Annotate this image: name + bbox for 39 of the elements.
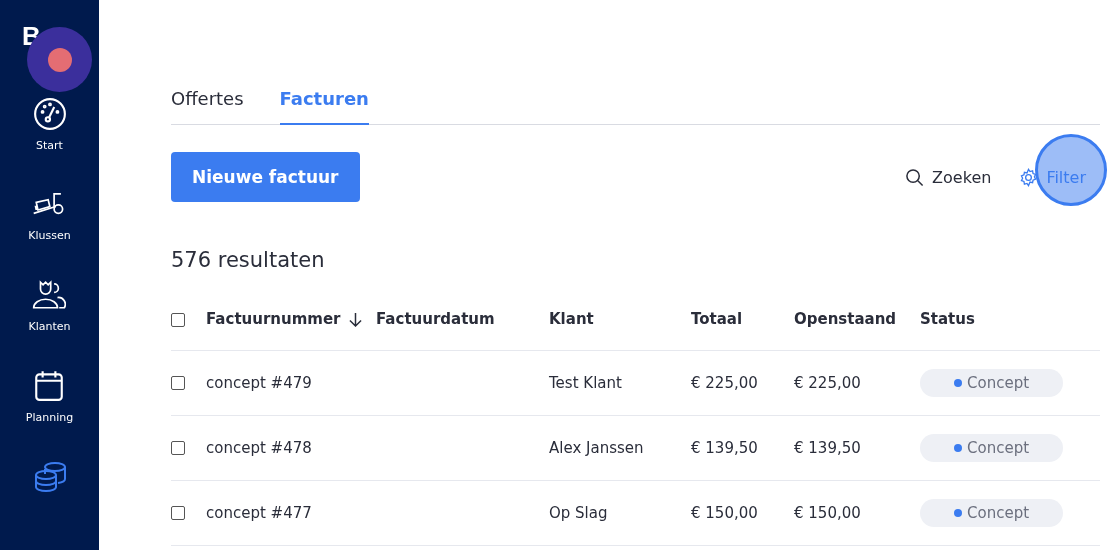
table-cell-text: € 150,00 [691, 504, 759, 522]
row-checkbox[interactable] [171, 441, 185, 455]
tab[interactable]: Facturen [279, 78, 369, 125]
table-cell-text: concept #479 [206, 374, 313, 392]
sort-down-icon [348, 311, 362, 327]
table-cell-text: Test Klant [549, 374, 623, 392]
new-invoice-button[interactable]: Nieuwe factuur [171, 152, 360, 202]
sidebar-item[interactable]: Klussen [28, 187, 71, 279]
column-header[interactable]: Factuurnummer [206, 310, 376, 328]
status-badge: Concept [920, 434, 1064, 462]
search-button[interactable]: Zoeken [905, 167, 992, 187]
table-cell-text: € 225,00 [691, 374, 759, 392]
column-header[interactable]: Klant [549, 310, 691, 328]
column-header[interactable]: Factuurdatum [376, 310, 549, 328]
result-count: 576 resultaten [171, 248, 326, 272]
table-cell-text: € 225,00 [794, 374, 862, 392]
column-header[interactable]: Status [920, 310, 1100, 328]
status-badge: Concept [920, 499, 1064, 527]
sidebar-item[interactable]: Start [32, 96, 67, 188]
row-checkbox[interactable] [171, 376, 185, 390]
table-cell-text: concept #478 [206, 439, 313, 457]
row-checkbox[interactable] [171, 506, 185, 520]
table-cell-text: € 150,00 [794, 504, 862, 522]
table-cell-text: € 139,50 [691, 439, 759, 457]
tab[interactable]: Offertes [171, 78, 244, 125]
column-header[interactable]: Openstaand [794, 310, 920, 328]
sidebar-item[interactable]: Planning [25, 368, 74, 460]
table-cell-text: Op Slag [549, 504, 609, 522]
table-cell-text: € 139,50 [794, 439, 862, 457]
coins-icon [32, 459, 67, 494]
table-cell-text: concept #477 [206, 504, 313, 522]
gauge-icon [32, 96, 67, 131]
table-cell-text: Alex Janssen [549, 439, 645, 457]
column-header[interactable]: Totaal [691, 310, 794, 328]
sidebar-item[interactable]: Klanten [28, 278, 71, 369]
search-icon [905, 167, 925, 187]
status-badge: Concept [920, 369, 1064, 397]
gear-icon [1019, 167, 1039, 187]
select-all-checkbox[interactable] [171, 313, 185, 327]
